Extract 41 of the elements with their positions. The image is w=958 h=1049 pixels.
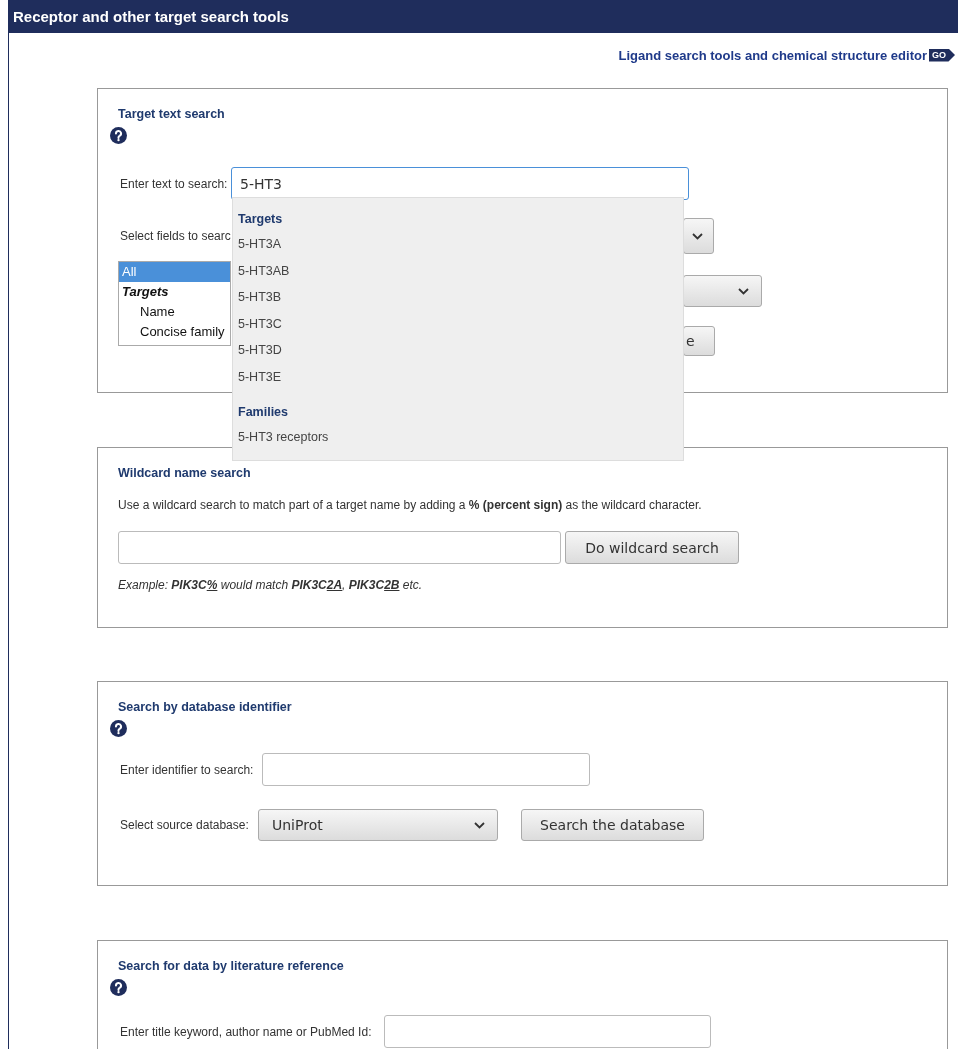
wildcard-field[interactable] bbox=[118, 531, 561, 564]
field-label: Enter identifier to search: bbox=[119, 762, 255, 777]
fields-dropdown[interactable] bbox=[683, 218, 714, 254]
suggestion-item[interactable]: 5-HT3 receptors bbox=[233, 423, 683, 451]
suggestion-item[interactable]: 5-HT3AB bbox=[233, 257, 683, 285]
suggestion-item[interactable]: 5-HT3B bbox=[233, 284, 683, 311]
help-icon[interactable] bbox=[110, 979, 127, 996]
section-title: Search by database identifier bbox=[118, 700, 292, 714]
suggestion-item[interactable]: 5-HT3E bbox=[233, 363, 683, 391]
suggestion-item[interactable]: 5-HT3A bbox=[233, 231, 683, 258]
example-text: Example: PIK3C% would match PIK3C2A, PIK3C2B etc. bbox=[118, 578, 424, 592]
chevron-icon bbox=[692, 232, 703, 240]
wildcard-search-button[interactable]: Do wildcard search bbox=[565, 531, 739, 564]
section-title: Search for data by literature reference bbox=[118, 959, 344, 973]
chevron-icon bbox=[738, 287, 749, 295]
reference-field[interactable] bbox=[384, 1015, 711, 1048]
page-title: Receptor and other target search tools bbox=[9, 0, 958, 33]
menu-heading: Targets bbox=[237, 211, 284, 228]
identifier-field[interactable] bbox=[262, 753, 590, 786]
help-icon[interactable] bbox=[110, 127, 127, 144]
section-title: Wildcard name search bbox=[118, 466, 251, 480]
list-option[interactable]: Name bbox=[119, 302, 230, 322]
suggestion-item[interactable]: 5-HT3C bbox=[233, 310, 683, 338]
field-label: Select source database: bbox=[119, 818, 250, 832]
menu-heading: Families bbox=[237, 403, 290, 421]
ligand-search-link[interactable]: Ligand search tools and chemical structure editor bbox=[618, 47, 927, 63]
help-icon[interactable] bbox=[110, 720, 127, 737]
fields-listbox[interactable]: All Targets Name Concise family bbox=[118, 261, 231, 346]
field-label: Enter text to search: bbox=[119, 176, 229, 191]
suggestion-item[interactable]: 5-HT3D bbox=[233, 337, 683, 364]
field-label: Select fields to searc bbox=[119, 229, 231, 243]
description-text: Use a wildcard search to match part of a target name by adding a % (percent sign) as the wildcard character. bbox=[118, 498, 703, 512]
database-dropdown[interactable]: UniProt bbox=[258, 809, 498, 841]
list-option[interactable]: Targets bbox=[119, 282, 230, 302]
list-option[interactable]: Concise family bbox=[119, 322, 230, 342]
chevron-icon bbox=[474, 821, 485, 829]
field-label: Enter title keyword, author name or PubMed Id: bbox=[119, 1024, 373, 1039]
go-badge[interactable]: GO bbox=[929, 48, 955, 62]
database-search-button[interactable]: Search the database bbox=[521, 809, 704, 841]
section-title: Target text search bbox=[118, 107, 225, 121]
search-button[interactable]: e bbox=[683, 326, 715, 356]
